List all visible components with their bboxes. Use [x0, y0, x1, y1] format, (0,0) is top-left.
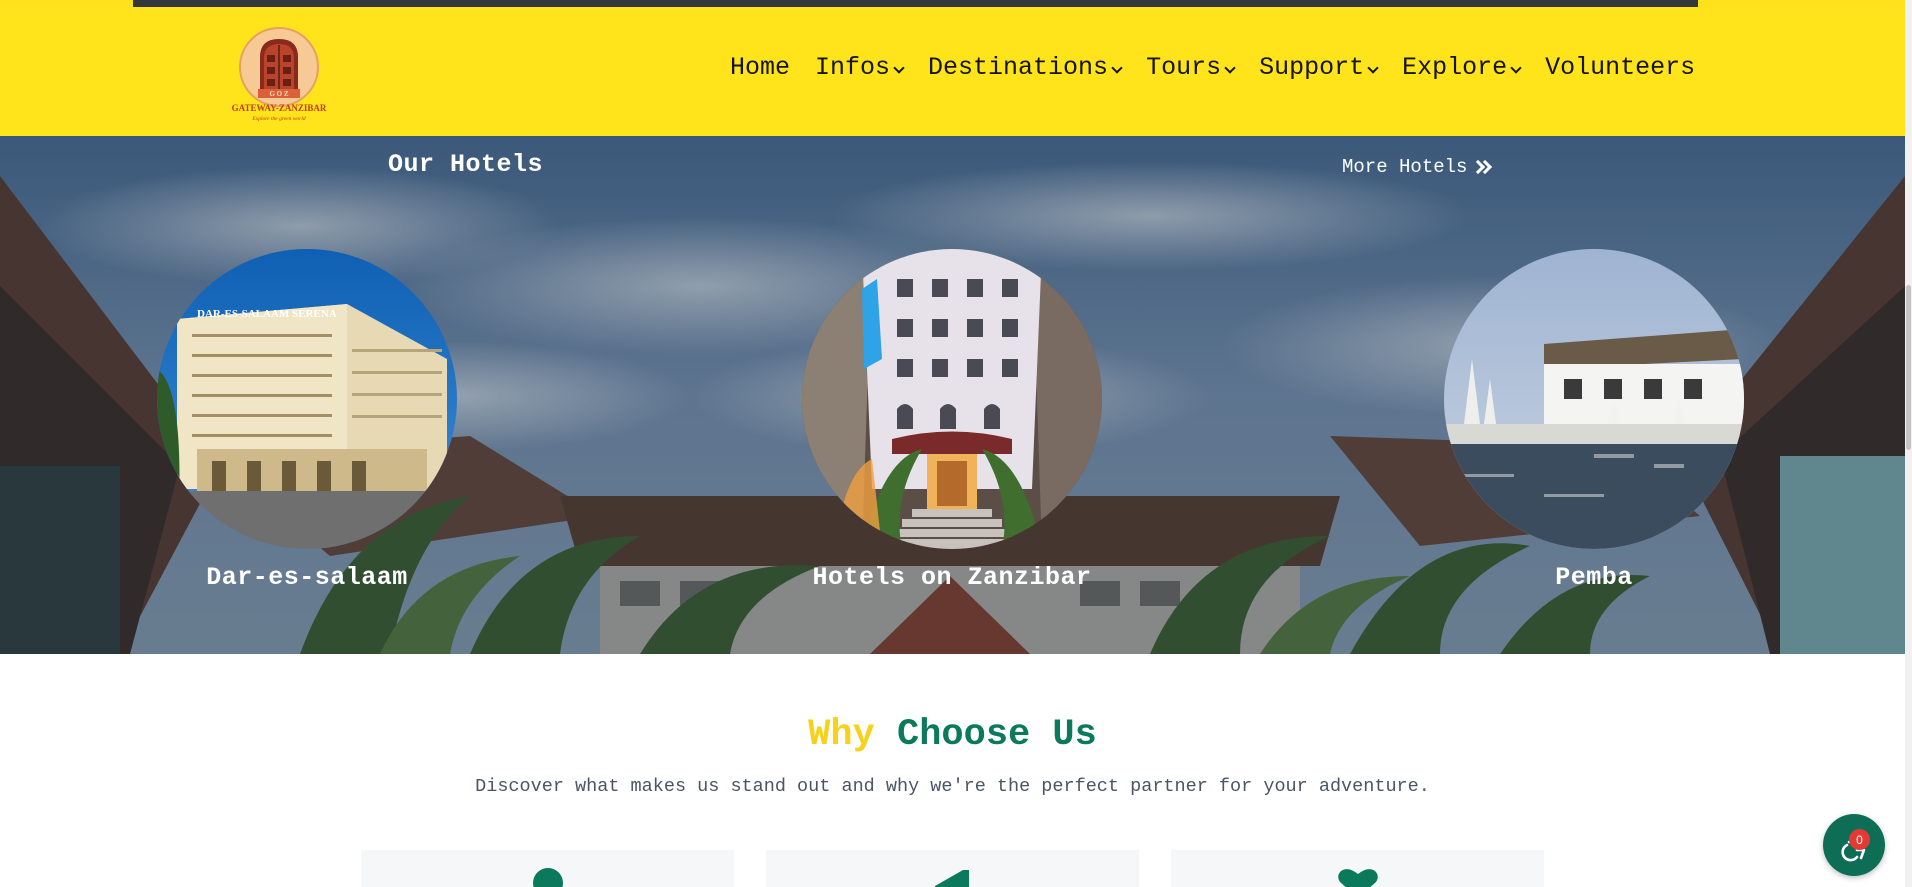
svg-text:DAR-ES-SALAAM SERENA: DAR-ES-SALAAM SERENA: [197, 308, 337, 320]
site-header: G O Z GATEWAY-ZANZIBAR Explore the green…: [0, 7, 1905, 136]
hotel-name: Pemba: [1555, 563, 1633, 592]
section-title: Our Hotels: [388, 150, 544, 179]
chevron-down-icon: [893, 62, 905, 74]
feature-card: [1171, 850, 1544, 887]
chevron-down-icon: [1111, 62, 1123, 74]
nav-destinations[interactable]: Destinations: [928, 53, 1123, 82]
nav-infos[interactable]: Infos: [815, 53, 905, 82]
logo-tagline: Explore the green world: [251, 116, 305, 122]
chevron-down-icon: [1367, 62, 1379, 74]
more-hotels-label: More Hotels: [1342, 156, 1468, 178]
hotel-card-pemba[interactable]: Pemba: [1444, 249, 1744, 592]
logo-monogram: G O Z: [269, 90, 288, 98]
hotel-name: Hotels on Zanzibar: [812, 563, 1092, 592]
nav-volunteers[interactable]: Volunteers: [1545, 53, 1695, 82]
main-nav: Home Infos Destinations Tours Support Ex…: [730, 45, 1695, 89]
notification-badge: 0: [1849, 829, 1870, 850]
chevron-down-icon: [1224, 62, 1236, 74]
location-pin-icon: [532, 868, 563, 887]
double-chevron-right-icon: [1471, 158, 1493, 176]
hotel-image-zanzibar: [802, 249, 1102, 549]
hotel-image-pemba: [1444, 249, 1744, 549]
heart-icon: [1337, 869, 1378, 887]
scrollbar-thumb[interactable]: [1906, 285, 1911, 450]
feature-card: [361, 850, 734, 887]
nav-tours[interactable]: Tours: [1146, 53, 1236, 82]
why-title: Why Choose Us: [0, 714, 1905, 756]
nav-explore[interactable]: Explore: [1402, 53, 1522, 82]
nav-home[interactable]: Home: [730, 53, 790, 82]
why-title-part2: Choose Us: [897, 714, 1097, 756]
hotel-card-zanzibar[interactable]: Hotels on Zanzibar: [802, 249, 1102, 592]
why-title-part1: Why: [808, 714, 875, 756]
why-choose-us-section: Why Choose Us Discover what makes us sta…: [0, 654, 1905, 887]
chevron-down-icon: [1510, 62, 1522, 74]
hotel-card-dar-es-salaam[interactable]: DAR-ES-SALAAM SERENA Dar-es-salaam: [157, 249, 457, 592]
nav-support[interactable]: Support: [1259, 53, 1379, 82]
more-hotels-link[interactable]: More Hotels: [1342, 156, 1493, 178]
hotel-image-dar-es-salaam: DAR-ES-SALAAM SERENA: [157, 249, 457, 549]
hotels-section: Our Hotels More Hotels DAR-ES-SALAAM SER…: [0, 136, 1905, 654]
megaphone-icon: [934, 870, 969, 887]
top-strip: [0, 0, 1905, 7]
hotel-name: Dar-es-salaam: [206, 563, 408, 592]
site-logo[interactable]: G O Z GATEWAY-ZANZIBAR Explore the green…: [229, 25, 329, 127]
feature-card: [766, 850, 1139, 887]
why-subtitle: Discover what makes us stand out and why…: [475, 776, 1430, 797]
logo-wordmark: GATEWAY-ZANZIBAR: [232, 103, 327, 113]
